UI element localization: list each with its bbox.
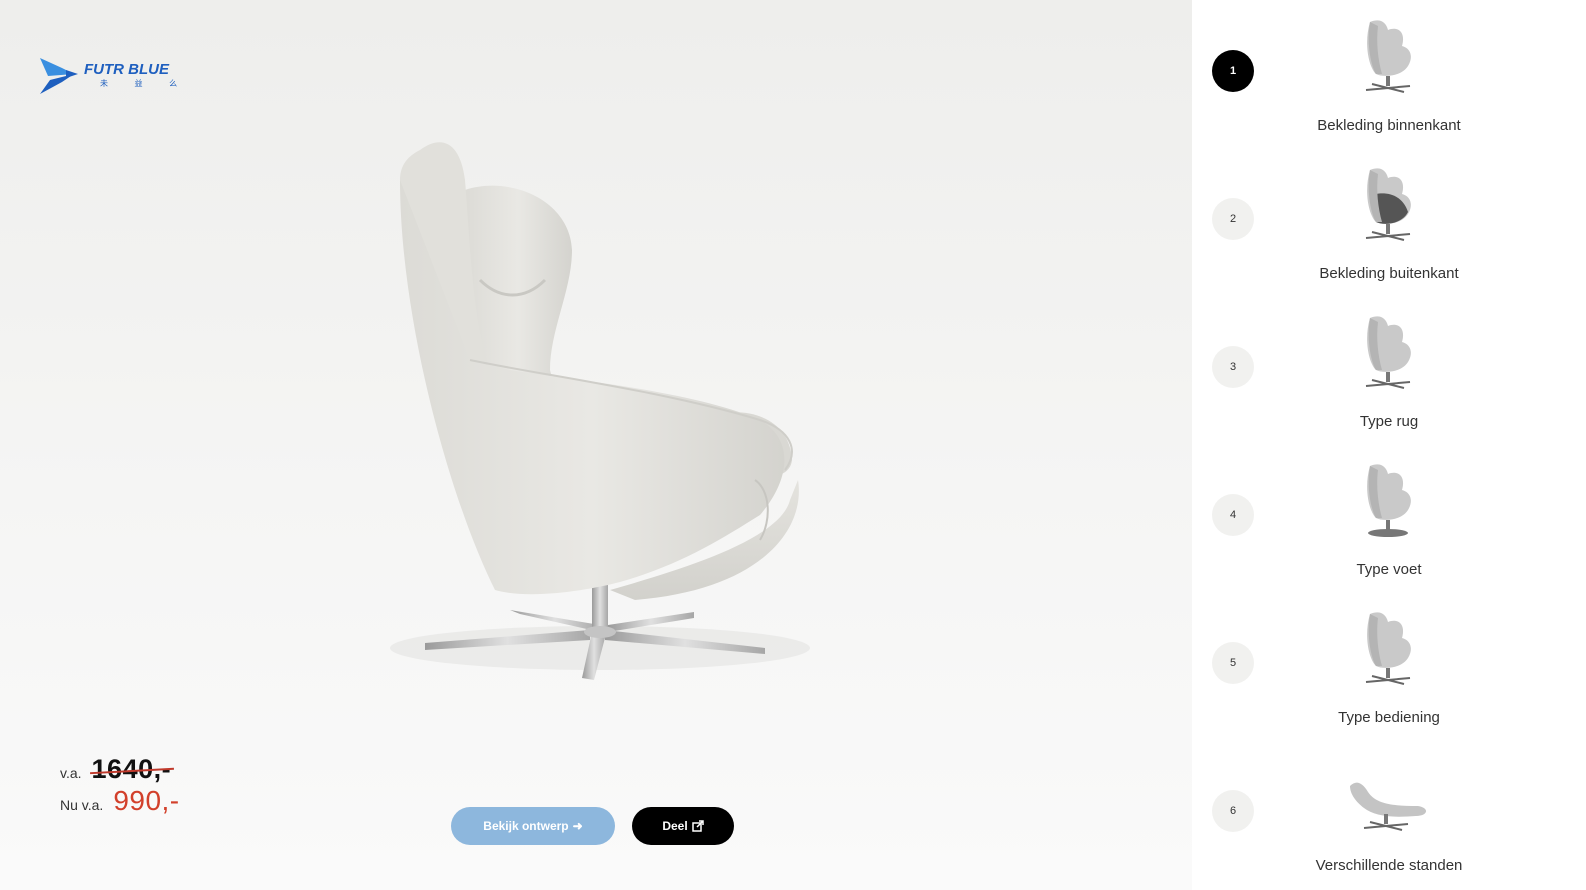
- step-label: Bekleding buitenkant: [1319, 265, 1459, 282]
- chair-thumbnail-icon: [1365, 168, 1411, 241]
- new-price: 990,-: [113, 785, 180, 816]
- old-price-prefix: v.a.: [60, 765, 82, 781]
- new-price-row: Nu v.a. 990,-: [60, 785, 180, 817]
- step-label: Type bediening: [1338, 709, 1440, 726]
- share-icon: [691, 820, 704, 832]
- share-label: Deel: [662, 819, 688, 833]
- step-item-4[interactable]: 4 Type voet: [1192, 444, 1586, 592]
- step-number: 4: [1212, 494, 1254, 536]
- step-number: 2: [1212, 198, 1254, 240]
- chair-thumbnail-icon: [1365, 612, 1411, 685]
- step-label: Type voet: [1356, 561, 1422, 578]
- armchair-3d-model[interactable]: [360, 120, 860, 710]
- reclined-chair-thumbnail-icon: [1350, 782, 1427, 831]
- view-design-label: Bekijk ontwerp: [483, 819, 569, 833]
- step-number: 5: [1212, 642, 1254, 684]
- configurator-steps: 1 Bekleding binnenkant 2 Bekleding buite…: [1192, 0, 1586, 890]
- price-block: v.a. 1640,- Nu v.a. 990,-: [60, 754, 180, 817]
- arrow-right-icon: ➜: [572, 819, 583, 833]
- chair-thumbnail-icon: [1367, 464, 1411, 537]
- step-label: Bekleding binnenkant: [1317, 117, 1461, 134]
- step-item-6[interactable]: 6 Verschillende standen: [1192, 740, 1586, 888]
- chair-thumbnail-icon: [1365, 20, 1411, 93]
- old-price-row: v.a. 1640,-: [60, 754, 180, 785]
- step-number: 1: [1212, 50, 1254, 92]
- chair-thumbnail-icon: [1365, 316, 1411, 389]
- view-design-button[interactable]: Bekijk ontwerp ➜: [451, 807, 615, 845]
- step-number: 6: [1212, 790, 1254, 832]
- step-label: Type rug: [1359, 413, 1419, 430]
- step-label: Verschillende standen: [1315, 857, 1463, 874]
- product-viewer[interactable]: FUTR BLUE 未 益 么 v.a. 1640,- Nu v.a. 990,…: [0, 0, 1192, 890]
- step-item-3[interactable]: 3 Type rug: [1192, 296, 1586, 444]
- brand-name: FUTR BLUE: [84, 61, 170, 78]
- step-item-1[interactable]: 1 Bekleding binnenkant: [1192, 0, 1586, 148]
- old-price: 1640,-: [91, 754, 172, 784]
- step-number: 3: [1212, 346, 1254, 388]
- new-price-prefix: Nu v.a.: [60, 797, 104, 813]
- brand-logo: FUTR BLUE 未 益 么: [40, 58, 189, 94]
- share-button[interactable]: Deel: [632, 807, 734, 845]
- step-item-2[interactable]: 2 Bekleding buitenkant: [1192, 148, 1586, 296]
- step-item-5[interactable]: 5 Type bediening: [1192, 592, 1586, 740]
- brand-subtitle: 未 益 么: [100, 78, 189, 88]
